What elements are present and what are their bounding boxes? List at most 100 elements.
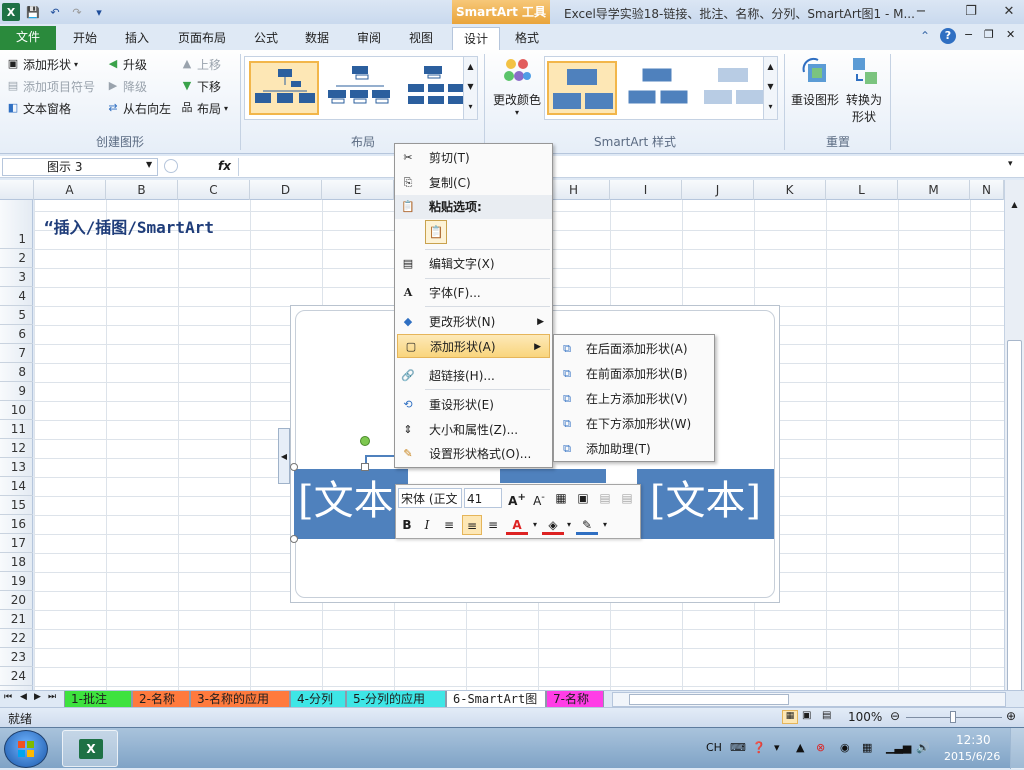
row-header[interactable]: 4: [0, 287, 33, 306]
row-header[interactable]: 7: [0, 344, 33, 363]
tab-formulas[interactable]: 公式: [244, 27, 288, 50]
bold-icon[interactable]: B: [398, 515, 416, 535]
row-header[interactable]: 10: [0, 401, 33, 420]
expand-formula-bar-icon[interactable]: ▾: [1008, 159, 1013, 169]
tab-home[interactable]: 开始: [62, 27, 108, 50]
row-header[interactable]: 11: [0, 420, 33, 439]
tab-review[interactable]: 审阅: [346, 27, 392, 50]
tab-design[interactable]: 设计: [452, 27, 500, 50]
sheet-tab[interactable]: 7-名称: [546, 691, 604, 708]
smartart-box-middle[interactable]: [500, 469, 606, 483]
sheet-tab[interactable]: 5-分列的应用: [346, 691, 446, 708]
smartart-box-right[interactable]: [文本]: [637, 469, 774, 539]
keyboard-icon[interactable]: ⌨: [730, 741, 746, 754]
row-header[interactable]: 2: [0, 249, 33, 268]
tab-data[interactable]: 数据: [294, 27, 340, 50]
horizontal-scroll-thumb[interactable]: [629, 694, 789, 705]
column-header[interactable]: A: [34, 180, 106, 200]
row-header[interactable]: 5: [0, 306, 33, 325]
excel-logo-icon[interactable]: X: [2, 3, 20, 21]
tray-app-icon[interactable]: ◉: [840, 741, 850, 754]
input-language[interactable]: CH: [706, 741, 722, 754]
taskbar-excel-button[interactable]: X: [62, 730, 118, 767]
style-option-subtle[interactable]: [699, 61, 769, 115]
tab-view[interactable]: 视图: [398, 27, 444, 50]
row-header[interactable]: 8: [0, 363, 33, 382]
shrink-font-icon[interactable]: A-: [530, 488, 548, 508]
italic-icon[interactable]: I: [418, 515, 436, 535]
add-bullet-button[interactable]: ▤ 添加项目符号: [6, 76, 95, 96]
submenu-add-before[interactable]: ⧉ 在前面添加形状(B): [554, 362, 714, 387]
show-desktop-button[interactable]: [1010, 728, 1024, 769]
menu-item-change-shape[interactable]: ◆ 更改形状(N) ▶: [395, 310, 552, 334]
undo-icon[interactable]: ↶: [46, 3, 64, 21]
style-option-simple[interactable]: [547, 61, 617, 115]
tray-window-icon[interactable]: ▦: [862, 741, 872, 754]
column-header[interactable]: E: [322, 180, 394, 200]
row-header[interactable]: 20: [0, 591, 33, 610]
resize-handle[interactable]: [290, 463, 298, 471]
column-header[interactable]: N: [970, 180, 1004, 200]
text-pane-button[interactable]: ◧ 文本窗格: [6, 98, 71, 118]
tray-settings-icon[interactable]: ▾: [774, 741, 780, 754]
row-header[interactable]: 9: [0, 382, 33, 401]
column-header[interactable]: D: [250, 180, 322, 200]
doc-restore-icon[interactable]: ❐: [984, 28, 994, 41]
save-icon[interactable]: 💾: [24, 3, 42, 21]
smartart-box-left[interactable]: [文本: [294, 469, 408, 539]
outline-color-dropdown-icon[interactable]: ▾: [600, 515, 610, 535]
scroll-thumb[interactable]: [1007, 340, 1022, 700]
fill-color-icon[interactable]: ◈: [542, 515, 564, 535]
paste-option-icon[interactable]: 📋: [425, 220, 447, 244]
row-header[interactable]: 24: [0, 667, 33, 686]
customize-qat-icon[interactable]: ▾: [90, 3, 108, 21]
sheet-tab[interactable]: 2-名称: [132, 691, 190, 708]
help-icon[interactable]: ?: [940, 28, 956, 44]
resize-handle[interactable]: [290, 535, 298, 543]
layout-gallery-scroll[interactable]: ▲ ▼ ▾: [463, 57, 477, 119]
redo-icon[interactable]: ↷: [68, 3, 86, 21]
volume-icon[interactable]: 🔊: [916, 741, 930, 754]
font-size-select[interactable]: 41: [464, 488, 502, 508]
normal-view-icon[interactable]: ▦: [782, 710, 798, 724]
minimize-button[interactable]: −: [908, 2, 934, 22]
format-painter-icon[interactable]: ▣: [574, 488, 592, 508]
grow-font-icon[interactable]: A+: [508, 488, 526, 508]
sheet-tab[interactable]: 4-分列: [290, 691, 346, 708]
row-header[interactable]: 16: [0, 515, 33, 534]
clock-time[interactable]: 12:30: [956, 733, 991, 747]
column-header[interactable]: K: [754, 180, 826, 200]
close-button[interactable]: ✕: [996, 2, 1022, 22]
align-left-icon[interactable]: ≡: [440, 515, 458, 535]
collapse-ribbon-icon[interactable]: ⌃: [920, 29, 930, 43]
menu-item-cut[interactable]: ✂ 剪切(T): [395, 146, 552, 170]
sheet-tab-active[interactable]: 6-SmartArt图: [446, 691, 546, 708]
name-box-dropdown-icon[interactable]: ▼: [146, 160, 152, 169]
row-header[interactable]: 19: [0, 572, 33, 591]
tab-page-layout[interactable]: 页面布局: [166, 27, 238, 50]
layout-option-half-circle-org[interactable]: [401, 61, 471, 115]
text-pane-toggle-icon[interactable]: ◀: [278, 428, 290, 484]
row-header[interactable]: 14: [0, 477, 33, 496]
doc-minimize-icon[interactable]: −: [964, 28, 973, 41]
fill-color-dropdown-icon[interactable]: ▾: [564, 515, 574, 535]
restore-button[interactable]: ❐: [958, 2, 984, 22]
network-signal-icon[interactable]: ▁▃▅: [886, 741, 911, 754]
resize-handle[interactable]: [361, 463, 369, 471]
layout-button[interactable]: 品布局 ▾: [180, 98, 229, 118]
doc-close-icon[interactable]: ✕: [1006, 28, 1015, 41]
row-header[interactable]: 18: [0, 553, 33, 572]
submenu-add-assistant[interactable]: ⧉ 添加助理(T): [554, 437, 714, 462]
column-header[interactable]: C: [178, 180, 250, 200]
rotate-handle[interactable]: [360, 436, 370, 446]
align-center-icon[interactable]: ≡: [462, 515, 482, 535]
row-header[interactable]: 3: [0, 268, 33, 287]
outline-color-icon[interactable]: ✎: [576, 515, 598, 535]
menu-item-copy[interactable]: ⎘ 复制(C): [395, 171, 552, 195]
font-color-icon[interactable]: A: [506, 515, 528, 535]
column-header[interactable]: J: [682, 180, 754, 200]
menu-item-reset-shape[interactable]: ⟲ 重设形状(E): [395, 393, 552, 417]
promote-button[interactable]: ◀ 升级: [106, 54, 147, 74]
column-header[interactable]: L: [826, 180, 898, 200]
bring-forward-icon[interactable]: ▤: [596, 488, 614, 508]
